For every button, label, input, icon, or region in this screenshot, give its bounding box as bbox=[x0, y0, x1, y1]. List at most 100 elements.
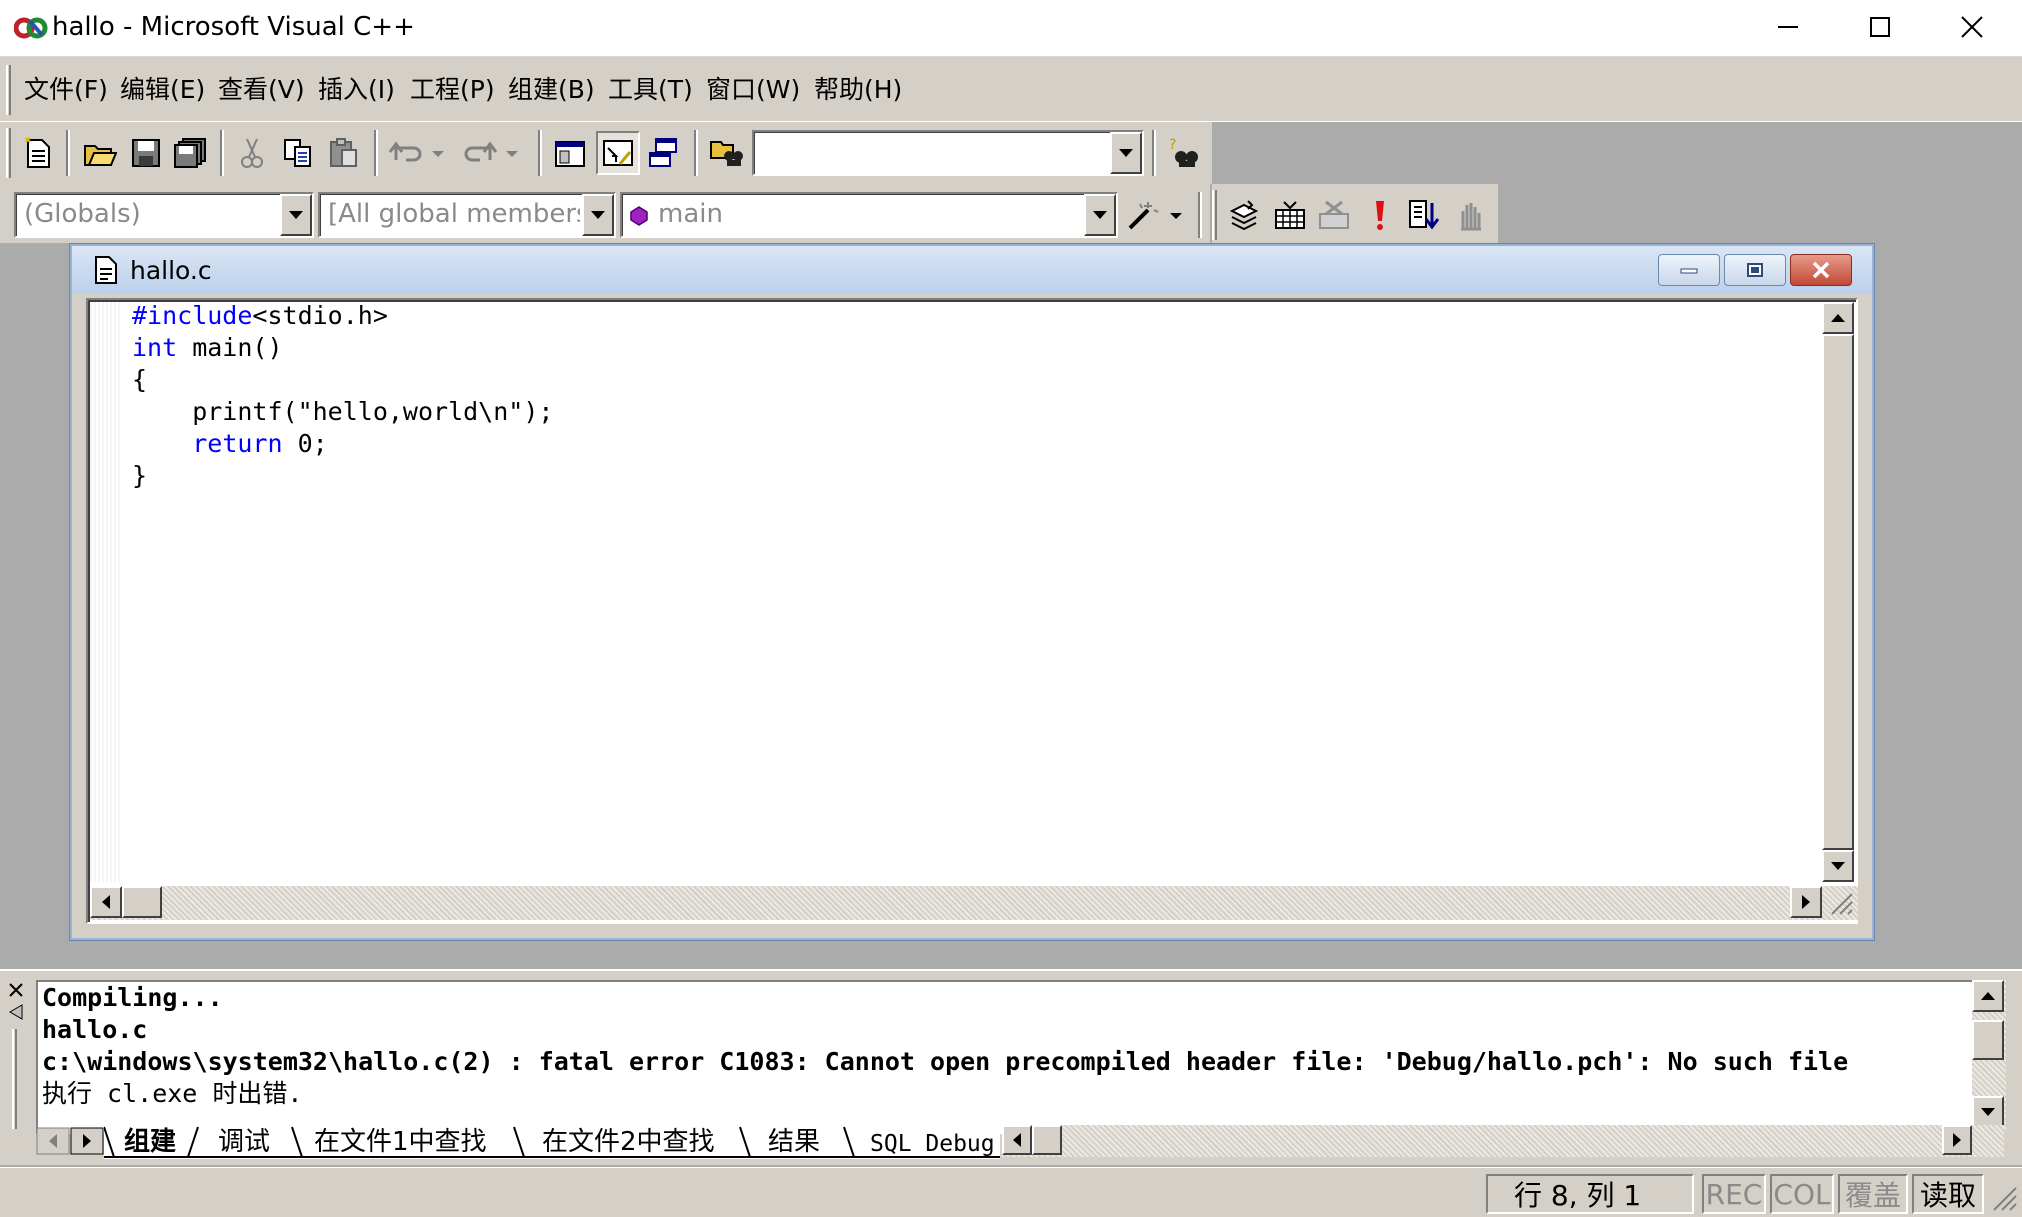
scroll-right-button[interactable] bbox=[1942, 1125, 1972, 1155]
save-button[interactable] bbox=[124, 131, 168, 175]
output-line: 执行 cl.exe 时出错. bbox=[42, 1079, 303, 1108]
close-icon[interactable] bbox=[6, 981, 26, 999]
find-combo-dropdown[interactable] bbox=[1110, 132, 1142, 174]
scroll-left-button[interactable] bbox=[90, 886, 122, 918]
stop-build-button[interactable] bbox=[1312, 193, 1356, 237]
execute-button[interactable] bbox=[1358, 193, 1402, 237]
code-line: int main() bbox=[132, 332, 553, 364]
menu-tools[interactable]: 工具(T) bbox=[608, 73, 693, 107]
document-close-button[interactable] bbox=[1790, 254, 1852, 286]
window-list-button[interactable] bbox=[642, 131, 686, 175]
dock-toggle-icon[interactable] bbox=[6, 1003, 26, 1021]
output-button[interactable] bbox=[596, 131, 640, 175]
scroll-thumb[interactable] bbox=[122, 886, 162, 918]
toolbar-separator bbox=[1152, 130, 1156, 176]
pane-grip[interactable] bbox=[12, 1029, 17, 1129]
search-button[interactable]: ? bbox=[1162, 131, 1206, 175]
build-button[interactable] bbox=[1268, 193, 1312, 237]
resize-grip-icon[interactable] bbox=[1826, 888, 1854, 916]
minimize-icon bbox=[1778, 26, 1798, 28]
editor-selection-margin[interactable] bbox=[90, 302, 120, 882]
scroll-left-button[interactable] bbox=[1002, 1125, 1032, 1155]
status-overwrite: 覆盖 bbox=[1838, 1174, 1908, 1214]
menu-file[interactable]: 文件(F) bbox=[24, 73, 108, 107]
window-title: hallo - Microsoft Visual C++ bbox=[52, 12, 415, 42]
output-vertical-scrollbar[interactable] bbox=[1972, 980, 2006, 1130]
menu-project[interactable]: 工程(P) bbox=[410, 73, 495, 107]
tab-results[interactable]: 结果 bbox=[768, 1125, 820, 1159]
open-button[interactable] bbox=[78, 131, 122, 175]
tab-build[interactable]: 组建 bbox=[124, 1125, 176, 1159]
minimize-button[interactable] bbox=[1742, 0, 1834, 54]
code-editor[interactable]: #include<stdio.h> int main(){ printf("hel… bbox=[86, 298, 1858, 924]
copy-button[interactable] bbox=[276, 131, 320, 175]
tab-sql-debug[interactable]: SQL Debug bbox=[870, 1127, 996, 1161]
wizard-action-button[interactable] bbox=[1122, 193, 1192, 237]
output-line: hallo.c bbox=[42, 1015, 148, 1044]
new-file-button[interactable] bbox=[16, 131, 60, 175]
scroll-down-button[interactable] bbox=[1972, 1096, 2004, 1128]
scroll-down-button[interactable] bbox=[1822, 850, 1854, 882]
workspace-button[interactable] bbox=[548, 131, 592, 175]
tab-scroll-right-button[interactable] bbox=[70, 1127, 104, 1155]
menu-window[interactable]: 窗口(W) bbox=[706, 73, 800, 107]
editor-vertical-scrollbar[interactable] bbox=[1822, 302, 1854, 882]
document-caption[interactable]: hallo.c bbox=[72, 246, 1872, 294]
scroll-thumb[interactable] bbox=[1822, 334, 1854, 850]
menu-view[interactable]: 查看(V) bbox=[218, 73, 305, 107]
scroll-up-button[interactable] bbox=[1972, 980, 2004, 1012]
arrow-up-icon bbox=[1831, 314, 1845, 322]
toolbar-separator bbox=[220, 130, 224, 176]
redo-icon bbox=[464, 141, 518, 162]
menu-edit[interactable]: 编辑(E) bbox=[120, 73, 205, 107]
toolbar-grip[interactable] bbox=[1212, 190, 1217, 240]
close-button[interactable] bbox=[1926, 0, 2018, 54]
compile-button[interactable] bbox=[1222, 193, 1266, 237]
menu-insert[interactable]: 插入(I) bbox=[318, 73, 395, 107]
code-text[interactable]: #include<stdio.h> int main(){ printf("hel… bbox=[132, 300, 553, 492]
build-toolbar bbox=[1212, 184, 1498, 246]
tab-scroll-left-button[interactable] bbox=[36, 1127, 70, 1155]
scroll-thumb[interactable] bbox=[1972, 1020, 2004, 1060]
class-combo-dropdown[interactable] bbox=[280, 194, 312, 236]
scroll-right-button[interactable] bbox=[1790, 886, 1822, 918]
output-text[interactable]: Compiling... hallo.c c:\windows\system32… bbox=[36, 980, 1976, 1134]
editor-horizontal-scrollbar[interactable] bbox=[90, 886, 1858, 920]
breakpoint-button[interactable] bbox=[1448, 193, 1492, 237]
cut-button[interactable] bbox=[230, 131, 274, 175]
tab-debug[interactable]: 调试 bbox=[218, 1125, 270, 1159]
redo-button[interactable] bbox=[458, 131, 528, 175]
stop-build-icon bbox=[1319, 200, 1349, 229]
maximize-button[interactable] bbox=[1834, 0, 1926, 54]
arrow-right-icon bbox=[1953, 1133, 1961, 1147]
go-button[interactable] bbox=[1402, 193, 1446, 237]
menu-help[interactable]: 帮助(H) bbox=[814, 73, 902, 107]
restore-icon bbox=[1747, 263, 1763, 277]
scroll-thumb[interactable] bbox=[1032, 1125, 1062, 1155]
filter-combo-dropdown[interactable] bbox=[582, 194, 614, 236]
document-minimize-button[interactable] bbox=[1658, 254, 1720, 286]
filter-combo[interactable]: [All global members bbox=[318, 192, 616, 238]
output-horizontal-scrollbar[interactable] bbox=[1002, 1125, 2004, 1157]
tab-find-in-files-1[interactable]: 在文件1中查找 bbox=[314, 1125, 487, 1159]
paste-button[interactable] bbox=[322, 131, 366, 175]
output-pane: Compiling... hallo.c c:\windows\system32… bbox=[0, 969, 2022, 1165]
arrow-down-icon bbox=[1981, 1108, 1995, 1116]
filter-combo-value: [All global members bbox=[328, 199, 580, 229]
member-combo-dropdown[interactable] bbox=[1084, 194, 1116, 236]
find-in-files-button[interactable] bbox=[704, 131, 748, 175]
save-all-icon bbox=[174, 138, 206, 168]
scroll-up-button[interactable] bbox=[1822, 302, 1854, 334]
tab-find-in-files-2[interactable]: 在文件2中查找 bbox=[542, 1125, 715, 1159]
document-restore-button[interactable] bbox=[1724, 254, 1786, 286]
undo-button[interactable] bbox=[384, 131, 454, 175]
undo-icon bbox=[388, 141, 444, 162]
member-combo[interactable]: main bbox=[620, 192, 1118, 238]
menu-build[interactable]: 组建(B) bbox=[508, 73, 595, 107]
menu-grip[interactable] bbox=[6, 65, 11, 115]
save-all-button[interactable] bbox=[168, 131, 212, 175]
find-combo[interactable] bbox=[752, 130, 1144, 176]
class-combo[interactable]: (Globals) bbox=[14, 192, 314, 238]
toolbar-grip[interactable] bbox=[6, 128, 11, 178]
resize-grip-icon[interactable] bbox=[1990, 1184, 2018, 1212]
